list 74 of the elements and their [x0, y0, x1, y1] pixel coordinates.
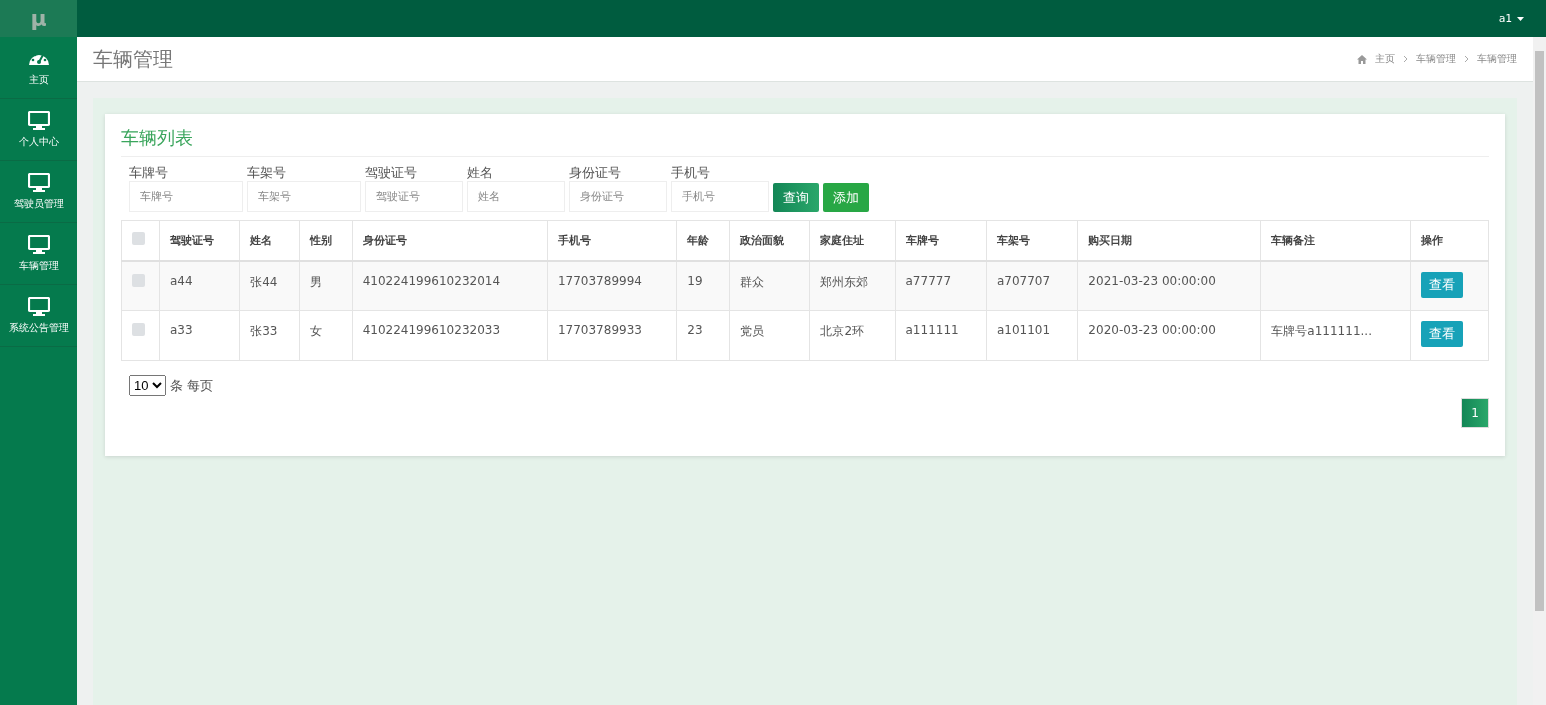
column-header: 家庭住址	[809, 220, 895, 261]
table-cell: 群众	[740, 274, 765, 289]
table-cell: 410224199610232014	[362, 273, 501, 288]
input-field[interactable]: 驾驶证号	[365, 181, 463, 212]
table-cell: 男	[309, 274, 322, 289]
home-icon	[1357, 54, 1367, 64]
column-header: 手机号	[547, 220, 677, 261]
breadcrumb-link[interactable]: 主页	[1375, 52, 1395, 66]
table-cell: 北京2环	[820, 324, 865, 338]
table-cell: 17703789994	[557, 273, 642, 288]
column-header: 操作	[1410, 220, 1489, 261]
checkbox[interactable]	[132, 232, 145, 246]
column-header: 身份证号	[352, 220, 548, 261]
table-cell: 23	[687, 323, 703, 337]
filter-label: 身份证号	[569, 165, 622, 181]
filter-label: 车架号	[247, 165, 287, 181]
table-cell: 党员	[740, 324, 765, 338]
column-header: 车架号	[986, 220, 1078, 261]
user-menu[interactable]: a1	[1498, 12, 1524, 25]
column-header: 车牌号	[895, 220, 987, 261]
column-header: 驾驶证号	[159, 220, 240, 261]
page-title: 车辆管理	[93, 45, 173, 73]
table-cell: 2020-03-23 00:00:00	[1088, 323, 1216, 337]
card-title: 车辆列表	[121, 126, 1489, 157]
table-cell: 张33	[250, 324, 278, 338]
breadcrumb-link[interactable]: 车辆管理	[1477, 52, 1517, 66]
breadcrumb-link[interactable]: 车辆管理	[1416, 52, 1456, 66]
column-header: 车辆备注	[1260, 220, 1411, 261]
input-field[interactable]: 车架号	[247, 181, 361, 212]
filter-label: 车牌号	[129, 165, 169, 181]
table-cell: a101101	[996, 323, 1051, 337]
filter-label: 手机号	[671, 165, 711, 181]
table-cell: 17703789933	[557, 323, 642, 337]
page-size-select[interactable]: 10	[129, 375, 166, 396]
table-cell: a77777	[905, 273, 952, 288]
column-header: 年龄	[676, 220, 730, 261]
column-header: 姓名	[239, 220, 300, 261]
table-cell: a33	[170, 323, 193, 337]
table-cell: a707707	[996, 273, 1051, 288]
checkbox[interactable]	[132, 323, 145, 336]
table-cell: a111111	[905, 323, 959, 337]
page-size-label: 条 每页	[170, 376, 214, 395]
table-cell: 19	[687, 273, 703, 288]
add-button[interactable]: 添加	[823, 183, 869, 212]
column-header: 政治面貌	[729, 220, 810, 261]
table-cell: 车牌号a111111...	[1271, 324, 1372, 338]
table-cell: 410224199610232033	[362, 323, 501, 337]
monitor-icon	[27, 296, 50, 317]
page-link[interactable]: 1	[1461, 398, 1489, 428]
table-cell: 郑州东郊	[820, 274, 869, 289]
monitor-icon	[27, 110, 50, 131]
table-cell: 女	[309, 324, 322, 338]
filter-label: 姓名	[467, 165, 494, 181]
input-field[interactable]: 手机号	[671, 181, 769, 212]
column-header: 购买日期	[1077, 220, 1261, 261]
logo: µ	[0, 0, 77, 37]
input-field[interactable]: 身份证号	[569, 181, 667, 212]
chevron-icon	[1403, 55, 1408, 63]
table-cell: 2021-03-23 00:00:00	[1088, 273, 1216, 288]
monitor-icon	[27, 234, 50, 255]
monitor-icon	[27, 172, 50, 193]
filter-label: 驾驶证号	[365, 165, 418, 181]
table-cell: 张44	[250, 274, 278, 289]
input-field[interactable]: 车牌号	[129, 181, 243, 212]
view-button[interactable]: 查看	[1421, 271, 1464, 298]
checkbox[interactable]	[132, 273, 145, 287]
view-button[interactable]: 查看	[1421, 321, 1464, 347]
column-header: 性别	[299, 220, 353, 261]
caret-icon	[1517, 16, 1524, 21]
scrollbar[interactable]	[1533, 37, 1546, 705]
input-field[interactable]: 姓名	[467, 181, 565, 212]
table-cell: a44	[170, 273, 193, 288]
search-button[interactable]: 查询	[773, 183, 819, 212]
chevron-icon	[1464, 55, 1469, 63]
